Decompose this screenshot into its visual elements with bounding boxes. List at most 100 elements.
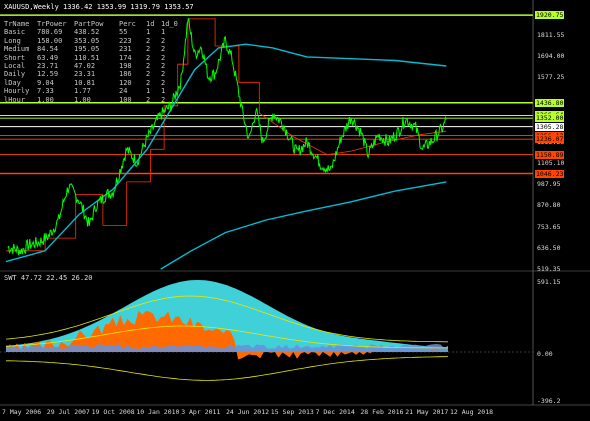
time-axis-label: 24 Jun 2012 [226,408,270,416]
trend-power-table: TrName TrPower PartPow Perc 1d 1d_0 Basic 780.6… [4,20,181,104]
time-axis-label: 10 Jan 2010 [136,408,180,416]
stats-cell: lHour [4,95,26,104]
stats-cell: 2 [161,95,166,104]
stats-header-cell: TrName [4,20,30,28]
price-level-tag: 1352.00 [535,114,565,123]
price-level-tag: 1046.23 [535,169,565,178]
stats-cell: 84.54 [37,45,59,54]
stats-cell: Hourly [4,87,30,96]
time-axis-label: 12 Aug 2018 [450,408,494,416]
stats-cell: 1 [161,87,166,96]
stats-cell: 47.02 [74,62,96,71]
stats-cell: 63.49 [37,53,59,62]
symbol-info: XAUUSD,Weekly 1336.42 1353.99 1319.79 13… [4,3,194,11]
price-tick-label: 1577.25 [537,73,565,82]
stats-row: Long 158.00 353.05 223 2 2 [4,37,181,45]
price-level-tag: 1436.80 [535,98,565,107]
stats-row: lDay 9.04 10.81 120 2 2 [4,79,181,87]
stats-cell: 2 [146,36,151,45]
stats-cell: 1 [161,28,166,37]
price-tick-label: 1105.10 [537,158,565,167]
stats-cell: 2 [146,70,151,79]
stats-cell: 24 [119,87,128,96]
stats-row: lHour 1.00 1.00 100 2 2 [4,96,181,104]
stats-cell: 198 [119,62,132,71]
stats-header-cell: 1d_0 [161,20,178,28]
stats-cell: 2 [146,95,151,104]
stats-cell: 231 [119,45,132,54]
stats-cell: 438.52 [74,28,100,37]
stats-header-row: TrName TrPower PartPow Perc 1d 1d_0 [4,20,181,28]
stats-cell: Daily [4,70,26,79]
stats-cell: 223 [119,36,132,45]
price-tick-label: 636.50 [537,243,561,252]
indicator-tick-label: 0.00 [537,350,553,358]
stats-cell: 2 [146,78,151,87]
indicator-tick-label: -396.2 [537,397,561,405]
stats-row: Local 23.71 47.02 198 2 2 [4,62,181,70]
stats-header-cell: TrPower [37,20,67,28]
stats-cell: 158.00 [37,36,63,45]
stats-header-cell: 1d [146,20,155,28]
time-axis-label: 15 Sep 2013 [270,408,314,416]
stats-cell: 780.69 [37,28,63,37]
stats-cell: 55 [119,28,128,37]
indicator-tick-label: 591.15 [537,278,561,286]
time-axis-label: 7 Dec 2014 [315,408,355,416]
indicator-panel [0,280,533,381]
stats-cell: 23.31 [74,70,96,79]
stats-cell: 110.51 [74,53,100,62]
stats-row: Short 63.49 110.51 174 2 2 [4,54,181,62]
stats-cell: 2 [161,78,166,87]
stats-header-cell: PartPow [74,20,104,28]
stats-row: Hourly 7.33 1.77 24 1 1 [4,87,181,95]
stats-cell: 12.59 [37,70,59,79]
stats-cell: Basic [4,28,26,37]
indicator-band-lower [6,356,449,381]
stats-cell: 2 [161,62,166,71]
stats-cell: 2 [146,45,151,54]
time-axis-label: 29 Jul 2007 [46,408,90,416]
stats-cell: 1 [146,28,151,37]
stats-cell: 100 [119,95,132,104]
time-axis-label: 7 May 2006 [2,408,42,416]
stats-cell: 2 [161,36,166,45]
stats-cell: Long [4,36,21,45]
time-axis-label: 19 Oct 2008 [91,408,135,416]
price-tick-label: 1811.55 [537,30,565,39]
price-tick-label: 870.80 [537,201,561,210]
stats-cell: 2 [161,45,166,54]
time-axis-label: 3 Apr 2011 [181,408,221,416]
stats-cell: 1.00 [74,95,91,104]
price-level-tag: 1920.75 [535,11,565,20]
stats-cell: 186 [119,70,132,79]
stats-cell: Short [4,53,26,62]
price-tick-label: 519.35 [537,265,561,273]
stats-cell: Local [4,62,26,71]
stats-cell: lDay [4,78,21,87]
stats-cell: 9.04 [37,78,54,87]
stats-cell: 174 [119,53,132,62]
stats-cell: 195.05 [74,45,100,54]
stats-cell: 1 [146,87,151,96]
stats-cell: 120 [119,78,132,87]
stats-cell: 2 [161,70,166,79]
stats-cell: 1.00 [37,95,54,104]
price-level-tag: 1236.07 [535,135,565,144]
price-level-tag: 1150.89 [535,150,565,159]
price-level-tag: 1305.28 [535,122,565,131]
stats-row: Daily 12.59 23.31 186 2 2 [4,70,181,78]
stats-row: Basic 780.69 438.52 55 1 1 [4,28,181,36]
price-tick-label: 987.95 [537,180,561,189]
stats-row: Medium 84.54 195.05 231 2 2 [4,45,181,53]
stats-cell: 10.81 [74,78,96,87]
stats-cell: 2 [161,53,166,62]
stats-cell: 7.33 [37,87,54,96]
stats-cell: 2 [146,62,151,71]
time-axis-label: 21 May 2017 [405,408,449,416]
stats-cell: 2 [146,53,151,62]
stats-header-cell: Perc [119,20,136,28]
stats-cell: 353.05 [74,36,100,45]
time-axis-label: 28 Feb 2016 [360,408,404,416]
price-tick-label: 1694.00 [537,52,565,61]
